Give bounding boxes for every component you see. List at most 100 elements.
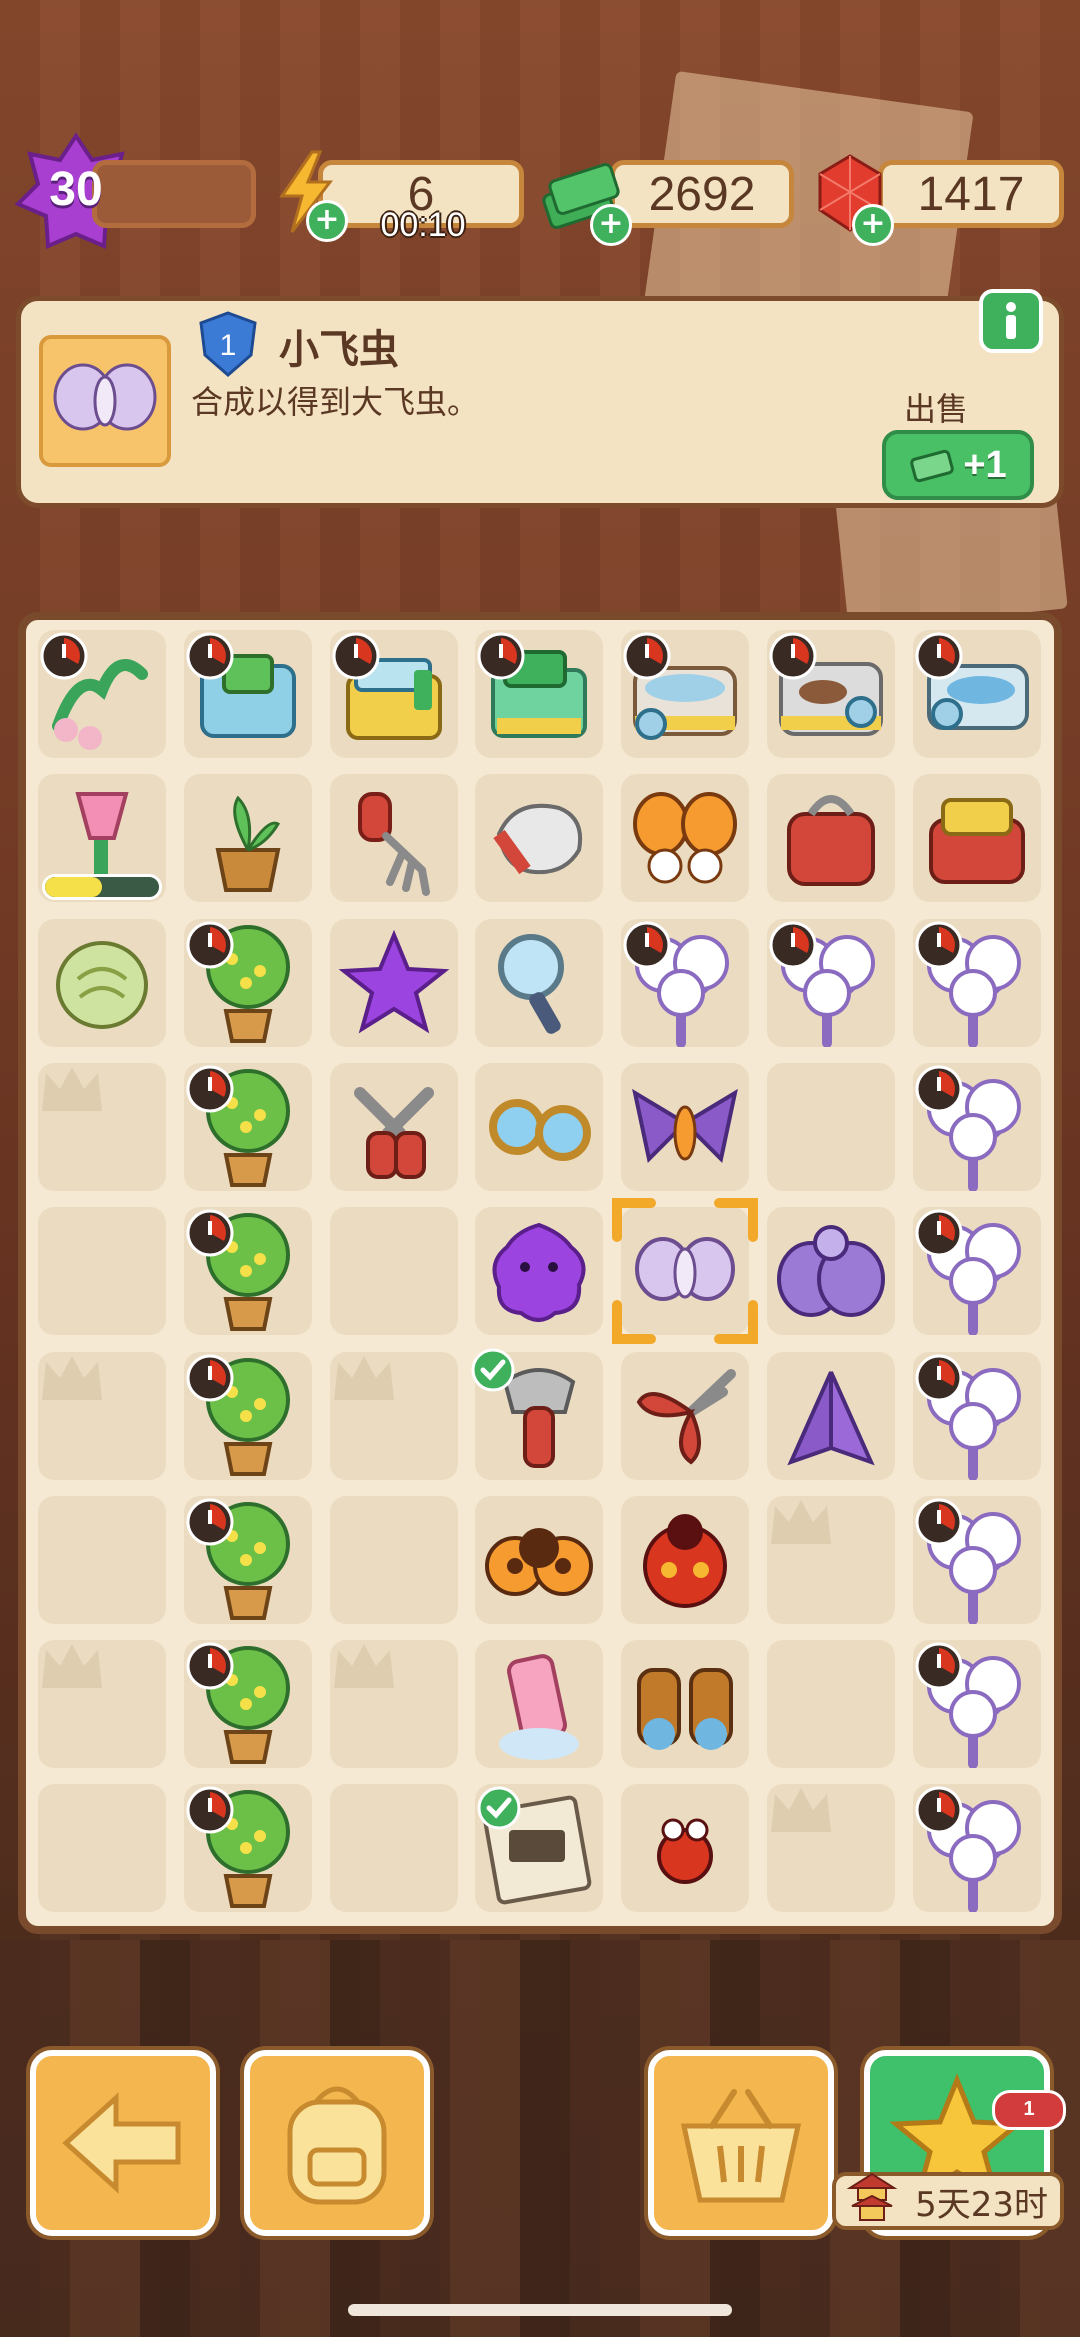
board-cell[interactable] [38, 1640, 166, 1769]
board-cell[interactable] [767, 774, 895, 903]
cooldown-timer-icon [769, 921, 817, 969]
cash-icon [910, 449, 955, 483]
board-cell[interactable] [475, 1207, 604, 1336]
board-cell[interactable] [183, 1207, 312, 1336]
board-cell[interactable] [912, 1784, 1041, 1913]
board-cell[interactable] [621, 1640, 750, 1769]
cooldown-timer-icon [186, 1786, 234, 1834]
board-cell[interactable] [912, 630, 1041, 758]
event-timer: 5天23时 [832, 2172, 1064, 2230]
cooldown-timer-icon [915, 1786, 963, 1834]
board-cell[interactable] [621, 1062, 750, 1191]
board-cell[interactable] [767, 1062, 895, 1191]
board-cell[interactable] [38, 918, 166, 1047]
cash-add-button[interactable]: + [590, 204, 632, 246]
board-cell[interactable] [912, 1495, 1041, 1624]
board-cell[interactable] [621, 1351, 750, 1480]
board-cell[interactable] [183, 1784, 312, 1913]
board-cell[interactable] [329, 1640, 458, 1769]
cooldown-timer-icon [477, 632, 525, 680]
cash-counter[interactable]: 2692 [610, 160, 794, 228]
cooldown-timer-icon [332, 632, 380, 680]
ladybug-red-icon [643, 1513, 728, 1608]
board-cell[interactable] [767, 1640, 895, 1769]
board-cell[interactable] [38, 1495, 166, 1624]
red-bag-sparkle-icon [928, 798, 1025, 885]
backpack-button[interactable] [244, 2050, 430, 2236]
moth-big-icon [777, 1225, 885, 1318]
board-cell[interactable] [329, 1207, 458, 1336]
sell-button[interactable]: +1 [882, 430, 1034, 500]
cooldown-timer-icon [186, 921, 234, 969]
item-description: 合成以得到大飞虫。 [191, 383, 480, 421]
board-cell[interactable] [38, 1062, 166, 1191]
board-cell[interactable] [767, 630, 895, 758]
board-cell[interactable] [621, 630, 750, 758]
board-cell[interactable] [329, 918, 458, 1047]
purple-blob-icon [492, 1223, 586, 1323]
board-cell[interactable] [183, 1640, 312, 1769]
board-cell[interactable] [329, 630, 458, 758]
potted-sprout-icon [215, 795, 281, 893]
board-cell[interactable] [471, 1348, 604, 1480]
board-cell[interactable] [912, 774, 1041, 903]
board-cell[interactable] [475, 774, 604, 903]
shears-icon [636, 1368, 737, 1465]
board-cell[interactable] [621, 918, 750, 1047]
item-progress-bar [42, 874, 162, 901]
board-cell[interactable] [475, 1495, 604, 1624]
board-cell[interactable] [912, 1062, 1041, 1191]
shop-basket-button[interactable] [648, 2050, 834, 2236]
board-cell[interactable] [475, 630, 604, 758]
board-cell[interactable] [621, 1784, 750, 1913]
board-cell[interactable] [329, 1062, 458, 1191]
cooldown-timer-icon [915, 921, 963, 969]
board-cell[interactable] [767, 1207, 895, 1336]
board-cell[interactable] [183, 1062, 312, 1191]
gem-add-button[interactable]: + [852, 204, 894, 246]
gem-counter[interactable]: 1417 [878, 160, 1064, 228]
board-cell[interactable] [912, 918, 1041, 1047]
energy-add-button[interactable]: + [306, 200, 348, 242]
board-cell[interactable] [475, 918, 604, 1047]
board-cell[interactable] [475, 1062, 604, 1191]
board-cell[interactable] [621, 774, 750, 903]
empty-slot-crown-icon [42, 1355, 102, 1400]
energy-timer: 00:10 [380, 206, 466, 244]
board-cell[interactable] [767, 1495, 895, 1624]
board-cell[interactable] [475, 1640, 604, 1769]
board-cell[interactable] [329, 1351, 458, 1480]
empty-slot-crown-icon [333, 1355, 394, 1400]
board-cell[interactable] [183, 774, 312, 903]
board-cell[interactable] [912, 1640, 1041, 1769]
board-cell[interactable] [183, 630, 312, 758]
board-cell[interactable] [767, 1351, 895, 1480]
board-cell[interactable] [612, 1198, 759, 1345]
board-cell[interactable] [329, 1495, 458, 1624]
board-cell[interactable] [38, 1351, 166, 1480]
board-cell[interactable] [183, 1495, 312, 1624]
back-button[interactable] [30, 2050, 216, 2236]
board-cell[interactable] [183, 918, 312, 1047]
board-cell[interactable] [475, 1784, 604, 1913]
cooldown-timer-icon [40, 632, 88, 680]
pruner-icon [353, 1086, 434, 1179]
board-cell[interactable] [912, 1351, 1041, 1480]
board-cell[interactable] [38, 630, 166, 758]
board-cell[interactable] [329, 774, 458, 903]
info-button[interactable] [979, 289, 1043, 353]
board-cell[interactable] [38, 774, 166, 903]
board-cell[interactable] [767, 918, 895, 1047]
board-cell[interactable] [183, 1351, 312, 1480]
board-cell[interactable] [329, 1784, 458, 1913]
level-number: 30 [49, 163, 103, 216]
home-indicator[interactable] [348, 2304, 732, 2316]
board-cell[interactable] [621, 1495, 750, 1624]
pagoda-icon [846, 2172, 898, 2221]
moth-purple-icon [632, 1088, 739, 1163]
board-cell[interactable] [767, 1784, 895, 1913]
board-cell[interactable] [38, 1784, 166, 1913]
empty-slot-crown-icon [771, 1499, 831, 1544]
board-cell[interactable] [912, 1207, 1041, 1336]
board-cell[interactable] [38, 1207, 166, 1336]
